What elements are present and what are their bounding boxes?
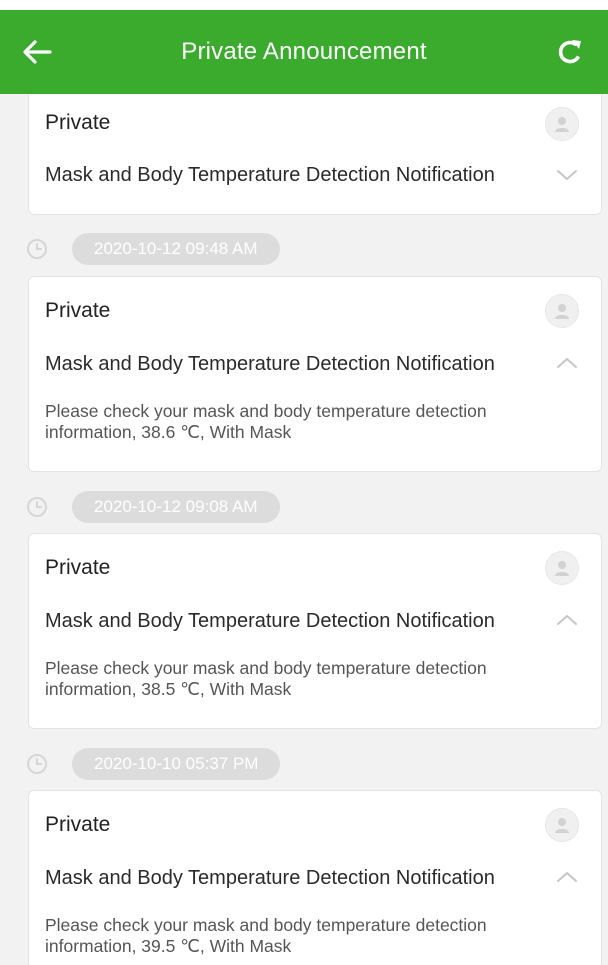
announcement-body: Please check your mask and body temperat… — [45, 401, 487, 442]
announcement-category: Private — [45, 556, 111, 579]
status-bar — [0, 0, 608, 10]
avatar — [545, 808, 579, 842]
announcement-subject[interactable]: Mask and Body Temperature Detection Noti… — [45, 164, 495, 187]
clock-icon — [27, 497, 47, 517]
clock-icon — [27, 754, 47, 774]
page-title: Private Announcement — [181, 38, 427, 65]
timestamp-badge: 2020-10-10 05:37 PM — [72, 748, 281, 780]
announcement-list[interactable]: Private Mask and Body Temperature Detect… — [0, 94, 608, 965]
avatar — [545, 294, 579, 328]
announcement-category: Private — [45, 299, 111, 322]
clock-icon — [27, 239, 47, 259]
user-icon — [555, 117, 569, 132]
chevron-up-icon[interactable] — [555, 867, 579, 887]
chevron-up-icon[interactable] — [555, 353, 579, 373]
timestamp-badge: 2020-10-12 09:08 AM — [72, 491, 280, 523]
announcement-card: Private Mask and Body Temperature Detect… — [28, 533, 602, 729]
app-bar: Private Announcement — [0, 10, 608, 94]
announcement-card: Private Mask and Body Temperature Detect… — [28, 276, 602, 472]
announcement-card: Private Mask and Body Temperature Detect… — [28, 94, 602, 215]
announcement-body: Please check your mask and body temperat… — [45, 658, 487, 699]
avatar — [545, 107, 579, 141]
user-icon — [555, 304, 569, 319]
chevron-down-icon[interactable] — [555, 165, 579, 185]
announcement-category: Private — [45, 111, 111, 134]
user-icon — [555, 561, 569, 576]
user-icon — [555, 818, 569, 833]
refresh-icon — [558, 40, 581, 64]
announcement-subject[interactable]: Mask and Body Temperature Detection Noti… — [45, 353, 495, 376]
avatar — [545, 551, 579, 585]
announcement-category: Private — [45, 813, 111, 836]
chevron-up-icon[interactable] — [555, 610, 579, 630]
announcement-subject[interactable]: Mask and Body Temperature Detection Noti… — [45, 610, 495, 633]
timestamp-badge: 2020-10-12 09:48 AM — [72, 233, 280, 265]
announcement-card: Private Mask and Body Temperature Detect… — [28, 790, 602, 965]
refresh-button[interactable] — [554, 36, 586, 68]
announcement-body: Please check your mask and body temperat… — [45, 915, 487, 956]
announcement-subject[interactable]: Mask and Body Temperature Detection Noti… — [45, 867, 495, 890]
